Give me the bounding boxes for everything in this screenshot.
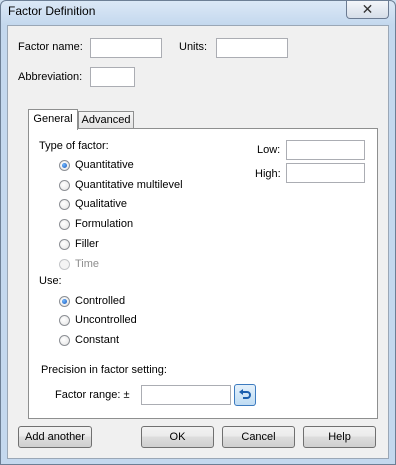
- window-title: Factor Definition: [8, 4, 96, 18]
- add-another-button[interactable]: Add another: [18, 426, 92, 448]
- close-button[interactable]: ✕: [346, 1, 389, 19]
- radio-label: Uncontrolled: [75, 314, 137, 326]
- factor-range-label: Factor range: ±: [55, 389, 130, 401]
- high-input[interactable]: [286, 163, 365, 183]
- radio-label: Formulation: [75, 218, 134, 230]
- radio-button-icon: [59, 295, 70, 307]
- radio-label: Constant: [75, 334, 120, 346]
- type-of-factor-label: Type of factor:: [39, 140, 109, 152]
- radio-label: Quantitative multilevel: [75, 179, 183, 191]
- radio-label: Controlled: [75, 295, 126, 307]
- tab-advanced[interactable]: Advanced: [78, 111, 134, 129]
- general-tab-panel: Type of factor: Quantitative Quantitativ…: [28, 128, 378, 419]
- radio-qualitative[interactable]: Qualitative: [59, 198, 127, 210]
- help-button[interactable]: Help: [303, 426, 376, 448]
- radio-uncontrolled[interactable]: Uncontrolled: [59, 314, 137, 326]
- abbreviation-input[interactable]: [90, 67, 135, 87]
- radio-button-icon: [59, 198, 70, 210]
- low-input[interactable]: [286, 140, 365, 160]
- abbreviation-label: Abbreviation:: [18, 71, 83, 83]
- radio-formulation[interactable]: Formulation: [59, 218, 133, 230]
- radio-label: Filler: [75, 238, 99, 250]
- radio-label: Qualitative: [75, 198, 127, 210]
- undo-arrow-icon: [239, 389, 251, 399]
- radio-button-icon: [59, 334, 70, 346]
- factor-name-label: Factor name:: [18, 41, 83, 53]
- radio-label: Time: [75, 258, 100, 270]
- high-label: High:: [255, 168, 281, 180]
- tab-general[interactable]: General: [28, 109, 78, 130]
- radio-time: Time: [59, 258, 99, 270]
- radio-constant[interactable]: Constant: [59, 334, 119, 346]
- radio-filler[interactable]: Filler: [59, 238, 99, 250]
- radio-button-icon: [59, 179, 70, 191]
- factor-name-input[interactable]: [90, 38, 162, 58]
- radio-button-icon: [59, 238, 70, 250]
- ok-button[interactable]: OK: [141, 426, 214, 448]
- reset-range-button[interactable]: [234, 384, 256, 406]
- radio-button-icon: [59, 258, 70, 270]
- radio-controlled[interactable]: Controlled: [59, 295, 125, 307]
- use-label: Use:: [39, 275, 62, 287]
- cancel-button[interactable]: Cancel: [222, 426, 295, 448]
- radio-label: Quantitative: [75, 159, 134, 171]
- precision-label: Precision in factor setting:: [41, 364, 167, 376]
- dialog-body: Factor name: Units: Abbreviation: Genera…: [7, 25, 389, 459]
- units-label: Units:: [179, 41, 208, 53]
- radio-button-icon: [59, 314, 70, 326]
- units-input[interactable]: [216, 38, 288, 58]
- title-bar: Factor Definition ✕: [1, 1, 395, 25]
- radio-quantitative-multilevel[interactable]: Quantitative multilevel: [59, 179, 183, 191]
- radio-button-icon: [59, 159, 70, 171]
- radio-quantitative[interactable]: Quantitative: [59, 159, 134, 171]
- close-icon: ✕: [361, 1, 374, 17]
- factor-range-input[interactable]: [141, 385, 231, 405]
- factor-definition-window: Factor Definition ✕ Factor name: Units: …: [0, 0, 396, 465]
- low-label: Low:: [257, 144, 281, 156]
- radio-button-icon: [59, 218, 70, 230]
